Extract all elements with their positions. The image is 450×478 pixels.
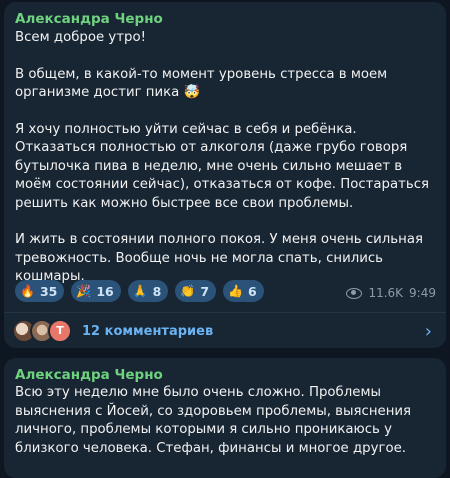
message-author[interactable]: Александра Черно bbox=[15, 366, 163, 384]
message-bubble: Александра Черно Всю эту неделю мне было… bbox=[4, 358, 446, 478]
clapping-hands-icon: 👏 bbox=[180, 284, 196, 298]
reaction-count: 16 bbox=[96, 283, 114, 299]
message-text: Всем доброе утро! В общем, в какой-то мо… bbox=[15, 30, 430, 285]
message-time: 9:49 bbox=[409, 286, 436, 300]
divider bbox=[4, 312, 446, 313]
reaction-count: 35 bbox=[39, 283, 58, 299]
fire-icon: 🔥 bbox=[20, 284, 35, 298]
message-text: Всю эту неделю мне было очень сложно. Пр… bbox=[15, 385, 412, 456]
reaction-count: 6 bbox=[247, 283, 257, 299]
message-author[interactable]: Александра Черно bbox=[15, 10, 163, 28]
reaction-count: 8 bbox=[152, 283, 162, 299]
reaction-thumbs-up[interactable]: 👍 6 bbox=[223, 280, 264, 302]
reactions-bar: 🔥 35 🎉 16 🙏 8 👏 7 👍 6 bbox=[15, 280, 264, 302]
reaction-pray[interactable]: 🙏 8 bbox=[127, 280, 169, 302]
chevron-right-icon: › bbox=[424, 320, 432, 342]
comments-button[interactable]: Т 12 комментариев › bbox=[12, 318, 438, 344]
comments-label: 12 комментариев bbox=[82, 323, 214, 339]
view-count: 11.6K bbox=[368, 286, 404, 300]
reaction-clap[interactable]: 👏 7 bbox=[175, 280, 217, 302]
folded-hands-icon: 🙏 bbox=[132, 284, 148, 298]
reaction-party[interactable]: 🎉 16 bbox=[71, 280, 121, 302]
party-popper-icon: 🎉 bbox=[76, 284, 92, 298]
eye-icon bbox=[346, 287, 363, 299]
message-bubble: Александра Черно Всем доброе утро! В общ… bbox=[4, 2, 446, 348]
reaction-count: 7 bbox=[200, 283, 210, 299]
commenter-avatars: Т bbox=[12, 319, 72, 343]
thumbs-up-icon: 👍 bbox=[228, 284, 243, 298]
reaction-fire[interactable]: 🔥 35 bbox=[15, 280, 65, 302]
avatar: Т bbox=[48, 319, 72, 343]
message-meta: 11.6K 9:49 bbox=[346, 286, 436, 300]
